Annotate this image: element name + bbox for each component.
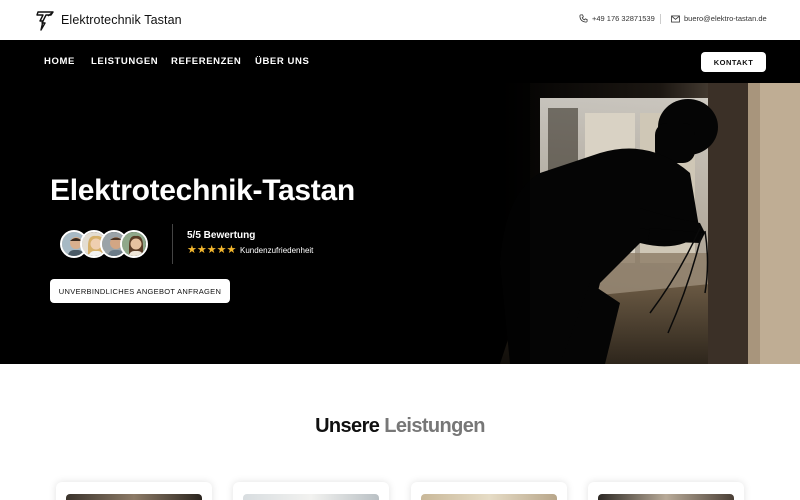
- service-card[interactable]: [233, 482, 389, 500]
- rating-subtitle: Kundenzufriedenheit: [240, 246, 314, 255]
- nav-item-referenzen[interactable]: REFERENZEN: [171, 56, 241, 67]
- customer-avatars: [60, 230, 152, 258]
- email-link[interactable]: buero@elektro-tastan.de: [671, 14, 767, 23]
- rating-title: 5/5 Bewertung: [187, 230, 256, 241]
- request-quote-button[interactable]: UNVERBINDLICHES ANGEBOT ANFRAGEN: [50, 279, 230, 303]
- envelope-icon: [671, 15, 680, 22]
- nav-item-leistungen[interactable]: LEISTUNGEN: [91, 56, 158, 67]
- service-card-image: [243, 494, 379, 500]
- services-heading: Unsere Leistungen: [0, 415, 800, 438]
- nav-item-ueber-uns[interactable]: ÜBER UNS: [255, 56, 309, 67]
- avatar: [120, 230, 148, 258]
- star-icon: ★: [187, 244, 197, 256]
- star-icon: ★: [206, 244, 217, 256]
- brand-name: Elektrotechnik Tastan: [61, 13, 182, 27]
- rating-divider: [172, 224, 173, 264]
- star-icon: ★: [216, 244, 227, 256]
- services-heading-part1: Unsere: [315, 415, 380, 437]
- nav-item-home[interactable]: HOME: [44, 56, 75, 67]
- email-address: buero@elektro-tastan.de: [684, 14, 767, 23]
- services-heading-part2: Leistungen: [384, 415, 485, 437]
- phone-number: +49 176 32871539: [592, 14, 655, 23]
- service-card-image: [421, 494, 557, 500]
- hero-title: Elektrotechnik-Tastan: [50, 174, 355, 207]
- hero-section: Elektrotechnik-Tastan 5/5 Bewertung ★ ★ …: [0, 83, 800, 364]
- star-icon: ★: [226, 244, 237, 256]
- brand-logo[interactable]: Elektrotechnik Tastan: [36, 9, 182, 31]
- top-bar: Elektrotechnik Tastan +49 176 32871539 b…: [0, 0, 800, 40]
- main-navigation: HOME LEISTUNGEN REFERENZEN ÜBER UNS: [0, 40, 800, 83]
- lightning-t-logo-icon: [36, 11, 54, 31]
- hero-background-image: [0, 83, 800, 364]
- service-card[interactable]: [56, 482, 212, 500]
- phone-icon: [579, 14, 588, 23]
- phone-link[interactable]: +49 176 32871539: [579, 14, 655, 23]
- rating-stars: ★ ★ ★ ★ ★: [187, 245, 236, 256]
- service-card[interactable]: [411, 482, 567, 500]
- star-icon: ★: [196, 244, 207, 256]
- kontakt-button[interactable]: KONTAKT: [701, 52, 766, 72]
- service-card-image: [598, 494, 734, 500]
- contact-divider: [660, 14, 661, 24]
- service-card[interactable]: [588, 482, 744, 500]
- service-card-image: [66, 494, 202, 500]
